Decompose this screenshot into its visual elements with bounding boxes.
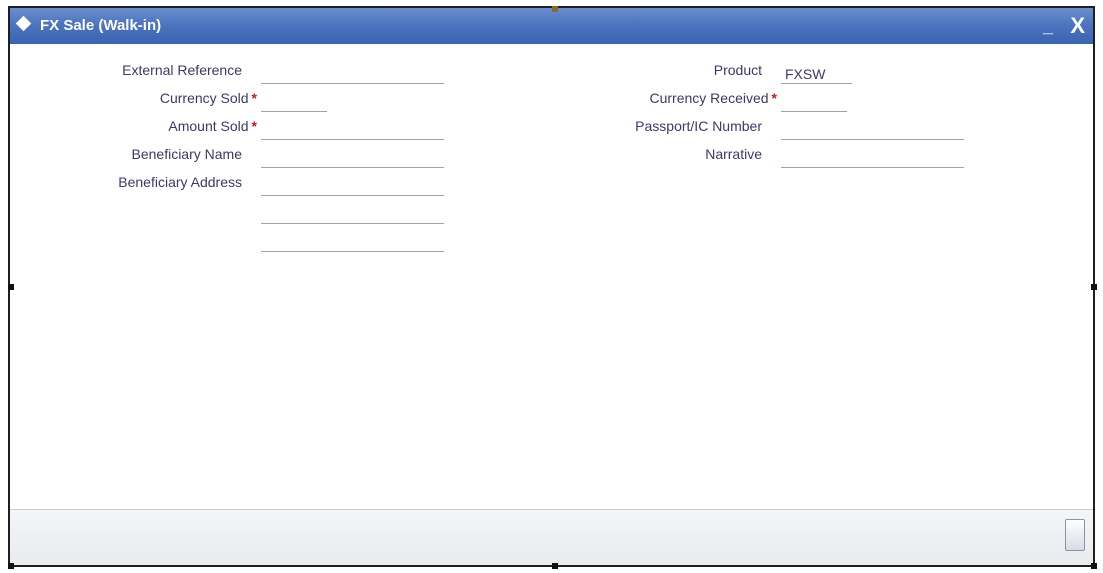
currency-received-input[interactable]: [781, 92, 847, 112]
external-reference-input[interactable]: [261, 64, 444, 84]
window-title: FX Sale (Walk-in): [40, 17, 162, 34]
currency-received-label: Currency Received *: [649, 90, 777, 106]
beneficiary-address-line-3-input[interactable]: [261, 232, 444, 252]
external-reference-label: External Reference: [122, 62, 242, 78]
amount-sold-label: Amount Sold *: [168, 118, 257, 134]
currency-received-required-mark: *: [771, 90, 777, 106]
currency-received-label-text: Currency Received: [649, 90, 769, 106]
amount-sold-label-text: Amount Sold: [168, 118, 249, 134]
beneficiary-address-label: Beneficiary Address: [118, 174, 242, 190]
fx-sale-window: FX Sale (Walk-in) _ X External Reference…: [8, 6, 1095, 567]
minimize-button[interactable]: _: [1043, 16, 1053, 37]
resize-handle-right[interactable]: [1091, 284, 1097, 290]
resize-handle-left[interactable]: [8, 284, 14, 290]
exit-button[interactable]: [1065, 519, 1085, 551]
window-titlebar[interactable]: FX Sale (Walk-in) _ X: [10, 8, 1093, 44]
beneficiary-address-line-2-input[interactable]: [261, 204, 444, 224]
currency-sold-required-mark: *: [251, 90, 257, 106]
window-footer: [10, 509, 1093, 565]
resize-handle-bottom-right[interactable]: [1091, 563, 1097, 569]
form-area: External Reference Currency Sold * Amount…: [10, 44, 1093, 512]
narrative-input[interactable]: [781, 148, 964, 168]
beneficiary-address-line-1-input[interactable]: [261, 176, 444, 196]
product-label: Product: [713, 62, 762, 78]
resize-handle-top[interactable]: [552, 6, 558, 12]
resize-handle-bottom[interactable]: [552, 563, 558, 569]
close-button[interactable]: X: [1070, 13, 1085, 39]
beneficiary-name-label: Beneficiary Name: [131, 146, 243, 162]
passport-ic-number-label: Passport/IC Number: [635, 118, 762, 134]
currency-sold-label-text: Currency Sold: [159, 90, 249, 106]
narrative-label: Narrative: [705, 146, 762, 162]
currency-sold-label: Currency Sold *: [160, 90, 257, 106]
beneficiary-name-input[interactable]: [261, 148, 444, 168]
amount-sold-required-mark: *: [251, 118, 257, 134]
amount-sold-input[interactable]: [261, 120, 444, 140]
product-input[interactable]: [781, 64, 852, 84]
currency-sold-input[interactable]: [261, 92, 327, 112]
resize-handle-bottom-left[interactable]: [8, 563, 14, 569]
passport-ic-number-input[interactable]: [781, 120, 964, 140]
diamond-icon: [15, 15, 32, 32]
